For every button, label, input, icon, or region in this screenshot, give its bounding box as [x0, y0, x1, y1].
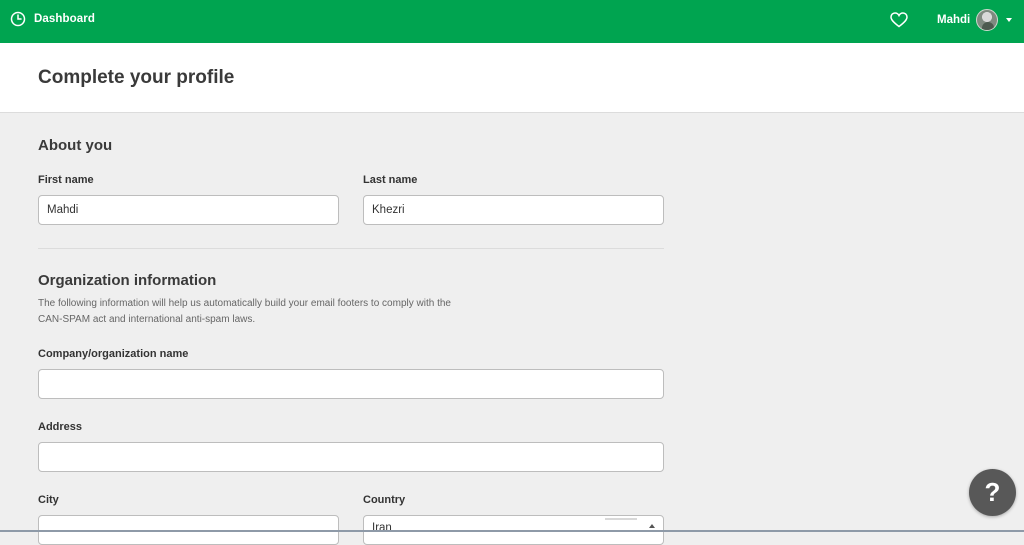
- heart-icon[interactable]: [890, 12, 908, 28]
- country-selected-value: Iran: [372, 522, 392, 534]
- city-label: City: [38, 494, 59, 506]
- organization-description: The following information will help us a…: [38, 298, 451, 325]
- company-label: Company/organization name: [38, 348, 189, 360]
- last-name-field[interactable]: [363, 195, 664, 225]
- address-field[interactable]: [38, 442, 664, 472]
- organization-section-title: Organization information: [38, 272, 217, 289]
- address-label: Address: [38, 421, 83, 433]
- section-divider: [38, 248, 664, 249]
- help-question-icon: ?: [984, 477, 1001, 507]
- country-label: Country: [363, 494, 406, 506]
- dashboard-link[interactable]: Dashboard: [10, 11, 95, 27]
- page-title: Complete your profile: [38, 67, 235, 88]
- dashboard-label: Dashboard: [34, 13, 95, 25]
- company-name-field[interactable]: [38, 369, 664, 399]
- user-menu[interactable]: Mahdi: [937, 9, 1013, 31]
- first-name-label: First name: [38, 174, 94, 186]
- select-separator: [605, 518, 637, 520]
- page-header: Complete your profile: [0, 43, 1024, 113]
- last-name-label: Last name: [363, 174, 418, 186]
- about-section-title: About you: [38, 137, 113, 154]
- chevron-up-icon: [649, 524, 655, 528]
- top-navigation-bar: Dashboard Mahdi: [0, 0, 1024, 43]
- avatar: [976, 9, 999, 31]
- caret-down-icon: [1006, 18, 1013, 22]
- user-name: Mahdi: [937, 14, 971, 26]
- first-name-field[interactable]: [38, 195, 339, 225]
- clock-icon: [10, 11, 26, 27]
- help-button[interactable]: ?: [969, 469, 1016, 516]
